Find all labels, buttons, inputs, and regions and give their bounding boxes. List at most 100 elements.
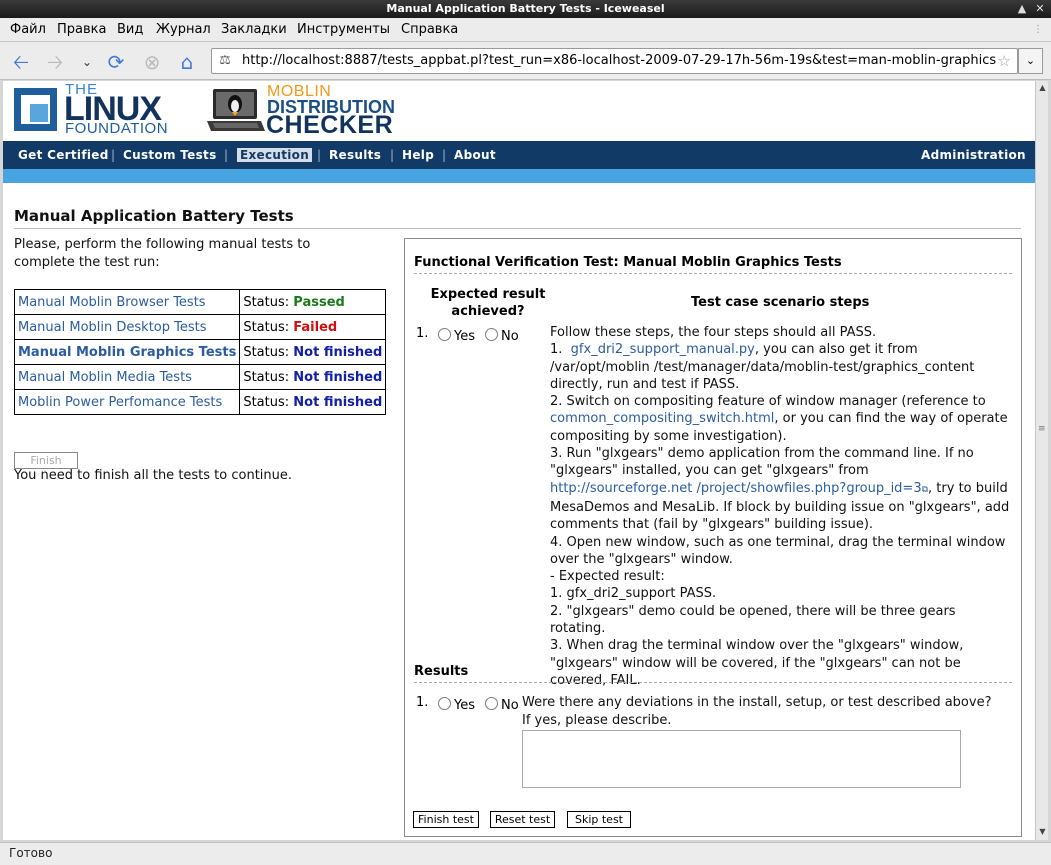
- lf-logo-foundation: FOUNDATION: [65, 120, 169, 137]
- table-row: Manual Moblin Desktop Tests Status: Fail…: [13, 314, 387, 340]
- page-title: Manual Application Battery Tests: [14, 207, 1021, 229]
- nav-separator: |: [111, 148, 116, 162]
- nav-custom-tests[interactable]: Custom Tests: [123, 148, 217, 162]
- expected-2: 2. "glxgears" demo could be opened, ther…: [550, 603, 956, 637]
- status-badge: Not finished: [293, 344, 383, 360]
- status-text: Готово: [9, 846, 53, 860]
- close-icon[interactable]: ✕: [1033, 2, 1047, 16]
- status-badge: Failed: [293, 319, 338, 335]
- site-identity-icon[interactable]: ⚖: [217, 53, 233, 69]
- scroll-down-icon[interactable]: ▼: [1037, 825, 1048, 838]
- menu-edit[interactable]: Правка: [57, 22, 106, 37]
- vertical-scrollbar[interactable]: ▲ ≡ ▼: [1035, 81, 1048, 840]
- skip-test-button[interactable]: Skip test: [567, 811, 631, 828]
- reset-test-button[interactable]: Reset test: [490, 811, 555, 828]
- deviation-description-textarea[interactable]: [522, 730, 961, 788]
- expected-1: 1. gfx_dri2_support PASS.: [550, 586, 717, 602]
- yes-label[interactable]: Yes: [454, 698, 475, 713]
- url-text[interactable]: http://localhost:8887/tests_appbat.pl?te…: [242, 53, 996, 68]
- table-row: Manual Moblin Browser Tests Status: Pass…: [13, 289, 387, 315]
- expected-yes-radio[interactable]: [438, 328, 451, 341]
- step-2-text: 2. Switch on compositing feature of wind…: [550, 394, 986, 410]
- step-1: 1. gfx_dri2_support_manual.py, you can a…: [550, 341, 1015, 393]
- gfx-dri2-script-link[interactable]: gfx_dri2_support_manual.py: [571, 342, 755, 357]
- deviation-question: Were there any deviations in the install…: [522, 694, 991, 730]
- test-panel: Functional Verification Test: Manual Mob…: [404, 238, 1022, 837]
- row-number: 1.: [416, 326, 429, 341]
- scrollbar-grip-icon[interactable]: ≡: [1038, 424, 1046, 434]
- stop-icon[interactable]: ⊗: [139, 49, 165, 75]
- status-label: Status:: [243, 344, 290, 360]
- nav-results[interactable]: Results: [329, 148, 381, 162]
- status-badge: Passed: [293, 294, 345, 310]
- column-header-expected: Expected result achieved?: [430, 287, 546, 319]
- maximize-icon[interactable]: ▲: [1015, 2, 1029, 16]
- test-link-current[interactable]: Manual Moblin Graphics Tests: [13, 339, 241, 365]
- menu-file[interactable]: Файл: [10, 22, 46, 37]
- nav-separator: |: [390, 148, 395, 162]
- status-label: Status:: [243, 394, 290, 410]
- home-icon[interactable]: ⌂: [174, 49, 200, 75]
- results-title: Results: [414, 664, 1012, 683]
- table-row: Moblin Power Perfomance Tests Status: No…: [13, 389, 387, 415]
- test-link[interactable]: Manual Moblin Desktop Tests: [13, 314, 241, 340]
- step-1-number: 1.: [550, 342, 563, 358]
- deviation-question-hint: If yes, please describe.: [522, 713, 672, 728]
- status-badge: Not finished: [293, 394, 383, 410]
- test-link[interactable]: Manual Moblin Media Tests: [13, 364, 241, 390]
- step-3: 3. Run "glxgears" demo application from …: [550, 445, 1015, 533]
- no-label[interactable]: No: [501, 329, 519, 344]
- back-icon[interactable]: 🡠: [8, 49, 34, 75]
- test-status-cell: Status: Passed: [239, 289, 387, 315]
- window-title: Manual Application Battery Tests - Icewe…: [386, 2, 665, 15]
- expected-result-title: - Expected result:: [550, 569, 665, 585]
- finish-note: You need to finish all the tests to cont…: [14, 468, 293, 483]
- sourceforge-link[interactable]: http://sourceforge.net /project/showfile…: [550, 481, 922, 496]
- nav-separator: |: [317, 148, 322, 162]
- bookmark-star-icon[interactable]: ☆: [998, 52, 1011, 70]
- test-link[interactable]: Manual Moblin Browser Tests: [13, 289, 241, 315]
- finish-button[interactable]: Finish: [14, 452, 78, 469]
- nav-administration[interactable]: Administration: [921, 148, 1026, 162]
- menu-tools[interactable]: Инструменты: [297, 22, 390, 37]
- page-viewport: THE LINUX FOUNDATION MOBLIN DISTRIBUTION…: [3, 81, 1035, 840]
- step-2: 2. Switch on compositing feature of wind…: [550, 393, 1015, 445]
- compositing-switch-link[interactable]: common_compositing_switch.html: [550, 411, 774, 426]
- expected-no-radio[interactable]: [485, 328, 498, 341]
- scroll-up-icon[interactable]: ▲: [1037, 81, 1048, 94]
- no-label[interactable]: No: [501, 698, 519, 713]
- site-navigation: Get Certified | Custom Tests | Execution…: [3, 141, 1035, 169]
- status-bar: Готово: [0, 842, 1051, 865]
- url-bar[interactable]: ⚖ http://localhost:8887/tests_appbat.pl?…: [211, 48, 1018, 74]
- nav-about[interactable]: About: [454, 148, 496, 162]
- step-3-text: 3. Run "glxgears" demo application from …: [550, 446, 974, 479]
- deviation-yes-radio[interactable]: [438, 697, 451, 710]
- reload-icon[interactable]: ⟳: [103, 49, 129, 75]
- url-dropdown-icon[interactable]: ⌄: [1018, 48, 1043, 74]
- forward-icon[interactable]: 🡢: [42, 49, 68, 75]
- nav-get-certified[interactable]: Get Certified: [18, 148, 109, 162]
- table-row: Manual Moblin Graphics Tests Status: Not…: [13, 339, 387, 365]
- step-4: 4. Open new window, such as one terminal…: [550, 534, 1006, 567]
- history-dropdown-icon[interactable]: ⌄: [74, 49, 100, 75]
- status-label: Status:: [243, 294, 290, 310]
- window-titlebar: Manual Application Battery Tests - Icewe…: [0, 0, 1051, 18]
- laptop-penguin-icon: [207, 89, 265, 131]
- test-link[interactable]: Moblin Power Perfomance Tests: [13, 389, 241, 415]
- status-badge: Not finished: [293, 369, 383, 385]
- menu-history[interactable]: Журнал: [156, 22, 211, 37]
- yes-label[interactable]: Yes: [454, 329, 475, 344]
- nav-execution[interactable]: Execution: [237, 148, 313, 162]
- menu-help[interactable]: Справка: [401, 22, 458, 37]
- deviation-no-radio[interactable]: [485, 697, 498, 710]
- panel-title: Functional Verification Test: Manual Mob…: [414, 255, 1012, 274]
- menu-bookmarks[interactable]: Закладки: [221, 22, 287, 37]
- menubar: Файл Правка Вид Журнал Закладки Инструме…: [0, 18, 1051, 42]
- nav-help[interactable]: Help: [402, 148, 434, 162]
- deviation-question-line: Were there any deviations in the install…: [522, 695, 992, 710]
- finish-test-button[interactable]: Finish test: [413, 811, 479, 828]
- status-label: Status:: [243, 369, 290, 385]
- menubar-grip-icon: ⋮: [1033, 24, 1043, 35]
- menu-view[interactable]: Вид: [117, 22, 143, 37]
- test-status-cell: Status: Failed: [239, 314, 387, 340]
